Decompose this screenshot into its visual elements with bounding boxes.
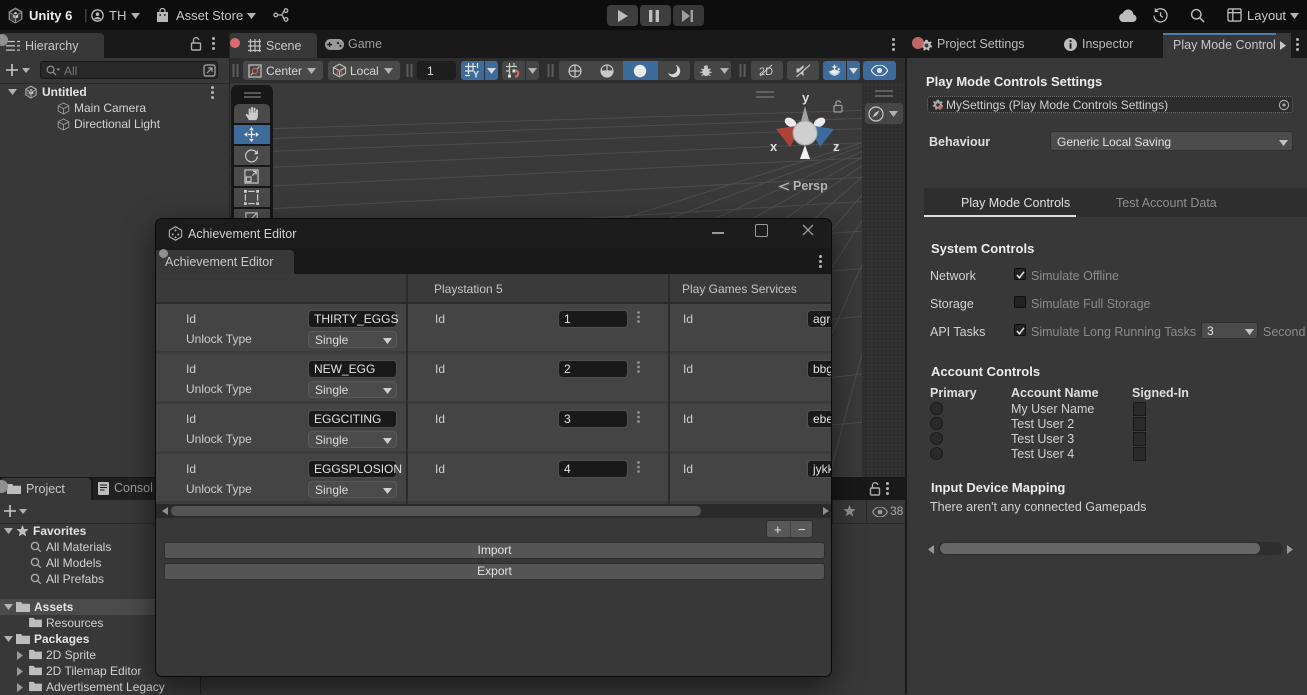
svg-text:y: y: [802, 90, 810, 105]
svg-text:x: x: [770, 139, 778, 154]
svg-text:z: z: [833, 139, 840, 154]
svg-text:Y: Y: [473, 70, 479, 79]
